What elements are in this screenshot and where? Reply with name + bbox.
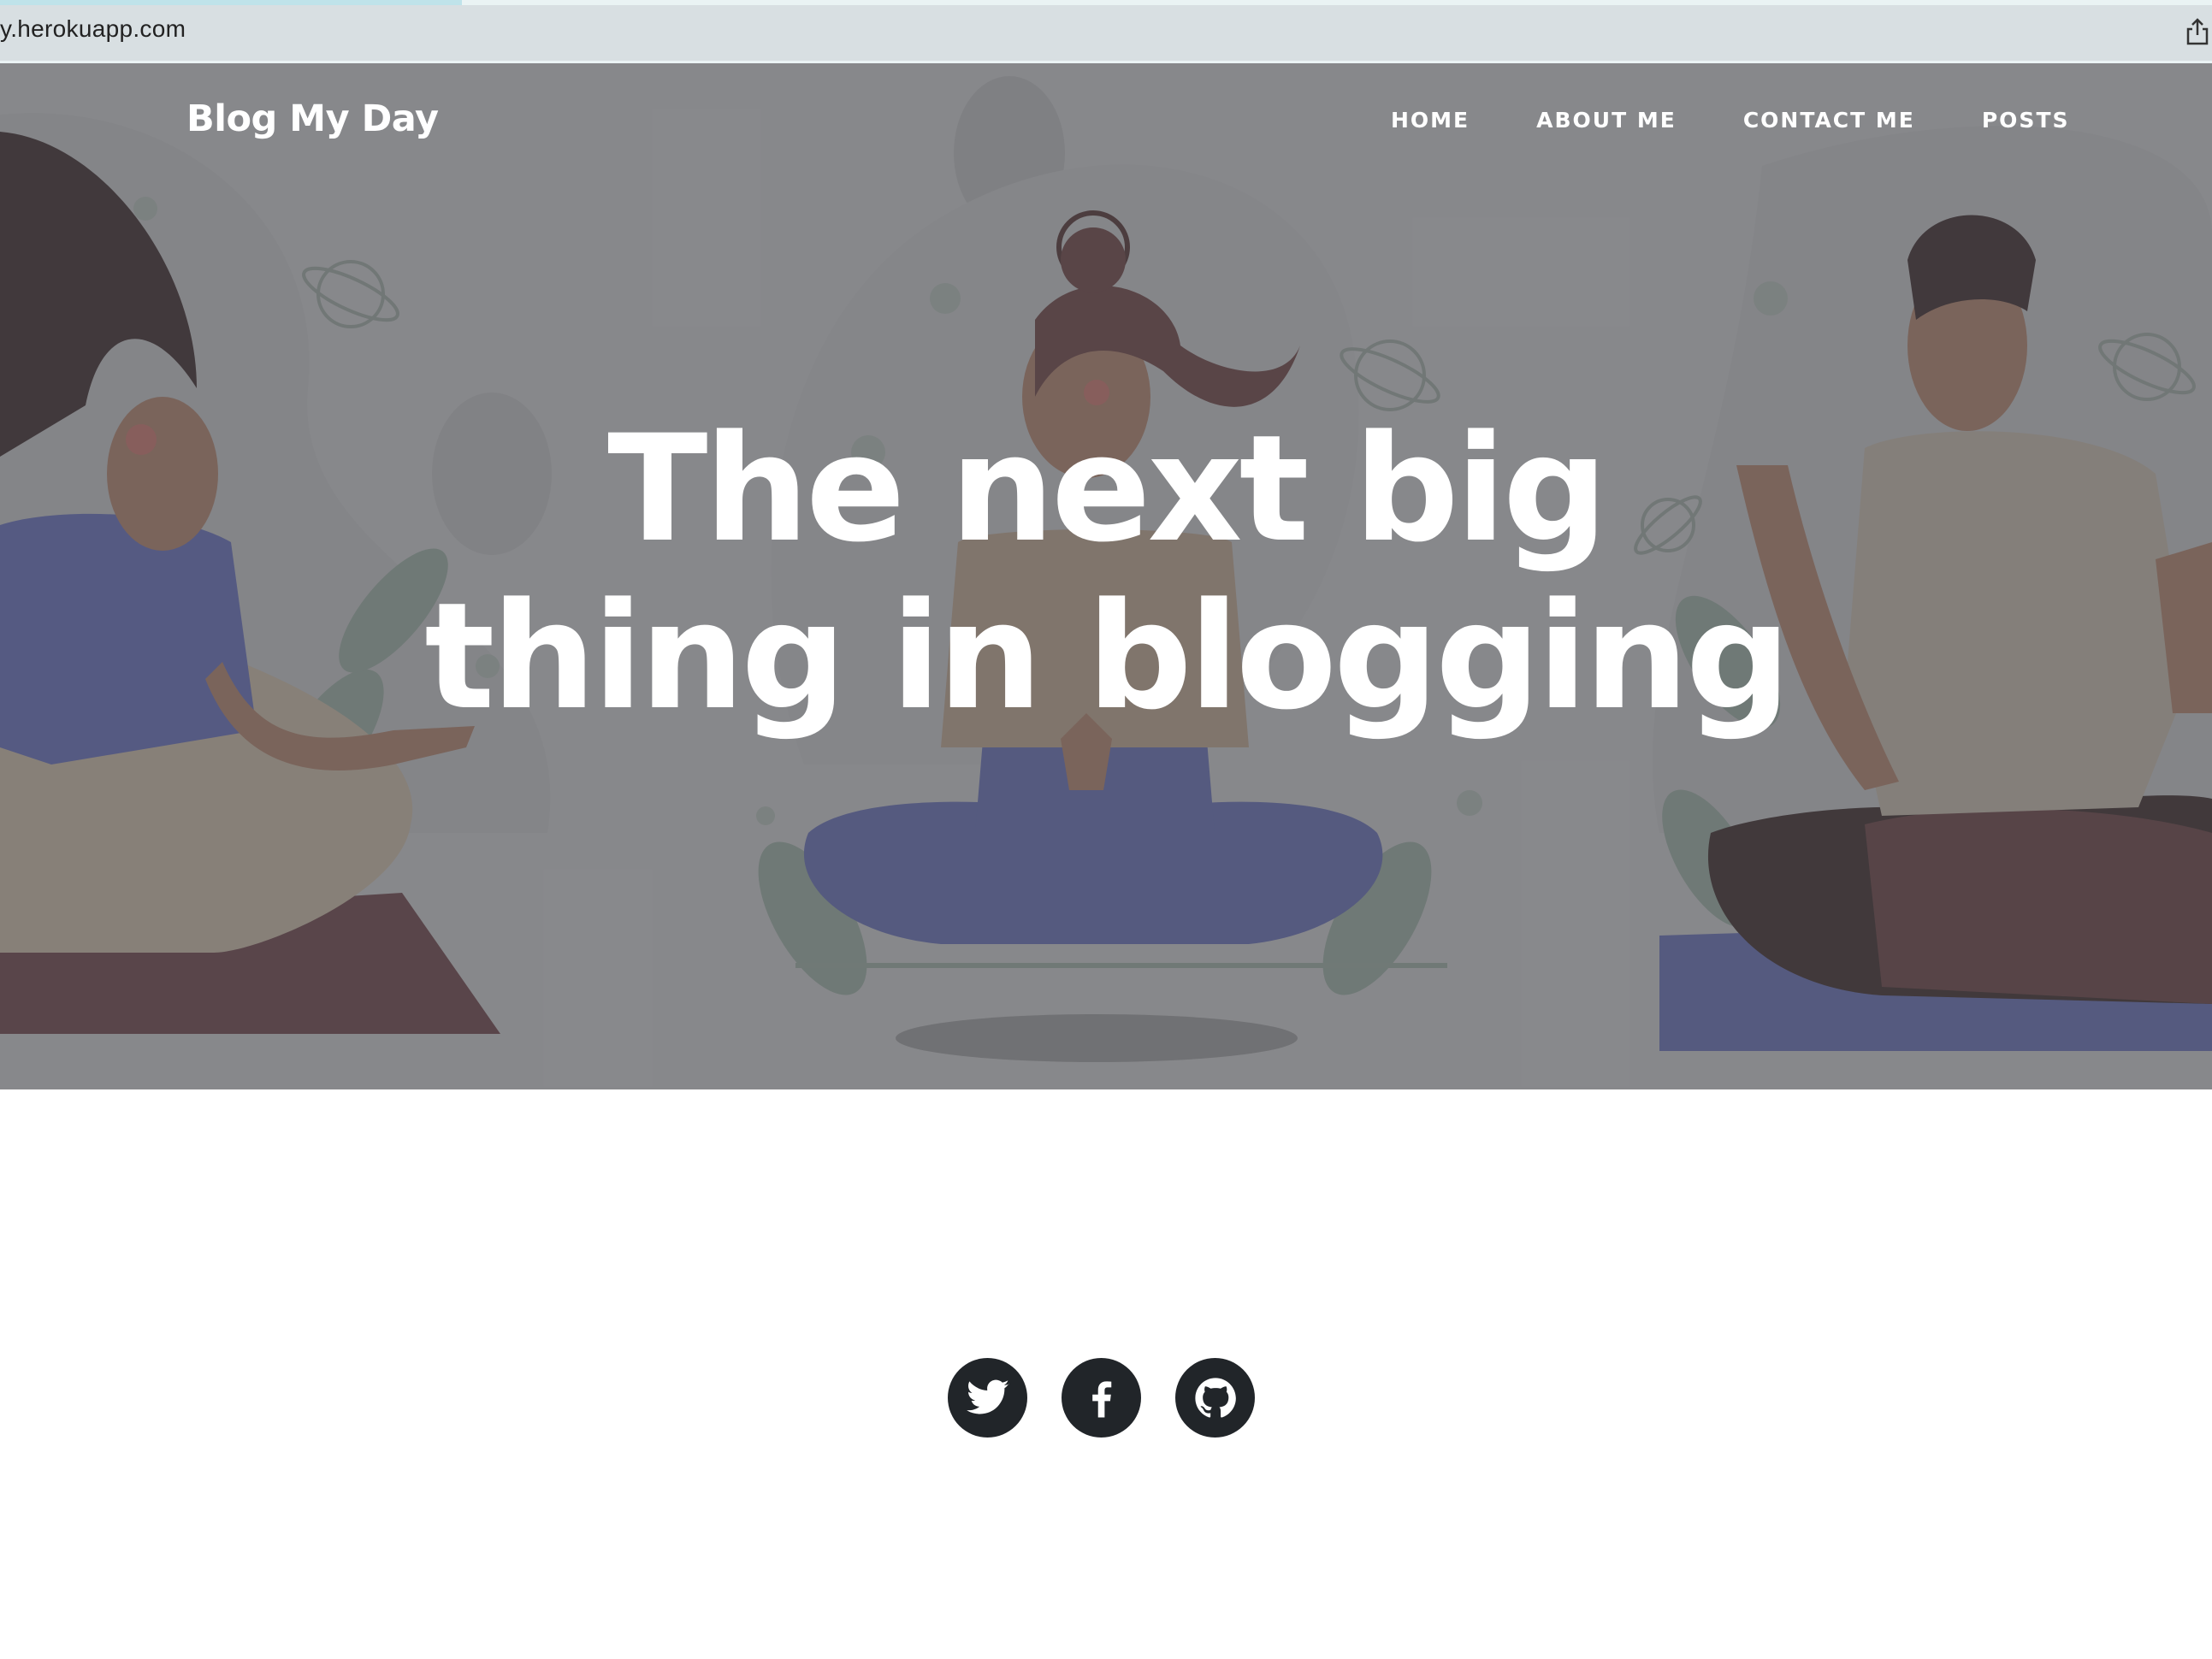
share-icon[interactable] — [2185, 17, 2210, 46]
facebook-icon — [1091, 1380, 1111, 1417]
loading-bar — [0, 0, 462, 5]
url-text[interactable]: y.herokuapp.com — [0, 15, 186, 43]
site-brand[interactable]: Blog My Day — [186, 97, 439, 140]
github-icon — [1194, 1377, 1236, 1418]
twitter-button[interactable] — [948, 1358, 1027, 1438]
nav-contact-me[interactable]: CONTACT ME — [1743, 108, 1915, 133]
nav-posts[interactable]: POSTS — [1982, 108, 2070, 133]
headline-line-1: The next big — [607, 403, 1608, 575]
social-links — [948, 1358, 1255, 1438]
nav-about-me[interactable]: ABOUT ME — [1536, 108, 1677, 133]
address-bar-top-border — [462, 0, 2212, 5]
github-button[interactable] — [1175, 1358, 1255, 1438]
headline-line-2: thing in blogging — [424, 570, 1790, 742]
main-nav: HOME ABOUT ME CONTACT ME POSTS — [1391, 108, 2137, 133]
hero-headline: The next big thing in blogging — [0, 405, 2212, 741]
facebook-button[interactable] — [1062, 1358, 1141, 1438]
nav-home[interactable]: HOME — [1391, 108, 1470, 133]
hero-section: Blog My Day HOME ABOUT ME CONTACT ME POS… — [0, 63, 2212, 1089]
twitter-icon — [966, 1379, 1009, 1414]
browser-address-bar[interactable]: y.herokuapp.com — [0, 0, 2212, 63]
